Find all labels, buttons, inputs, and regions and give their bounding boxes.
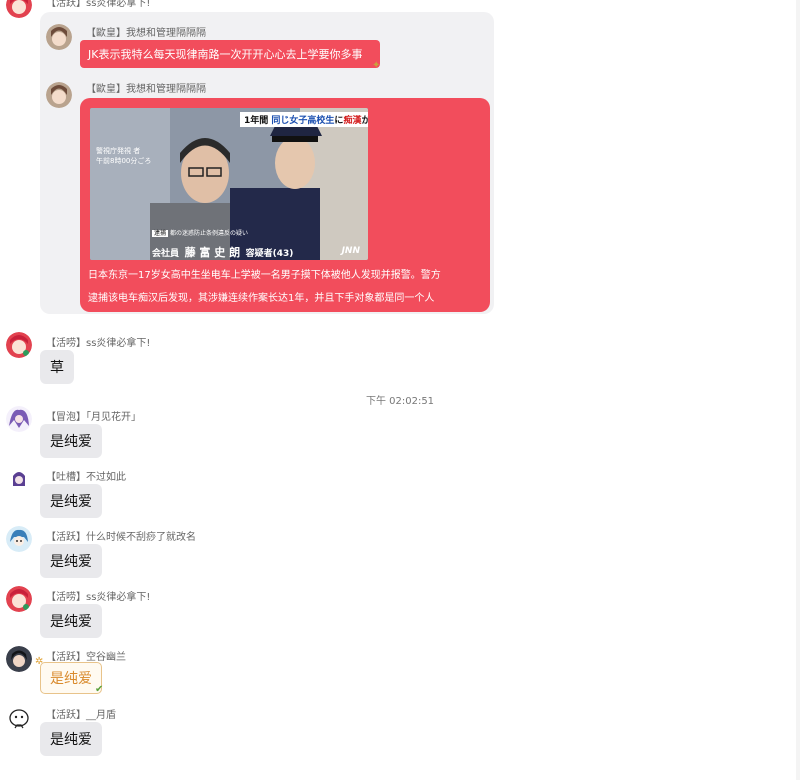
red-hair-avatar-icon [6, 586, 32, 612]
message-sender: 【活唠】ss炎律必拿下! [46, 338, 151, 349]
quote-avatar-2[interactable] [46, 82, 72, 108]
message-avatar[interactable] [6, 586, 32, 612]
news-banner: 1年間 同じ女子高校生に痴漢か [240, 112, 368, 127]
scrollbar-track[interactable] [796, 0, 800, 780]
message-avatar[interactable] [6, 466, 32, 492]
message-avatar[interactable] [6, 706, 32, 732]
banner-suffix: か [361, 116, 368, 126]
banner-red: 痴漢 [343, 116, 362, 126]
special-message-text: 是纯爱 [50, 671, 92, 687]
name-main: 藤 富 史 朗 [184, 246, 241, 259]
message-sender: 【活跃】__月盾 [46, 710, 116, 721]
top-partial-sender: 【活跃】ss炎律必拿下! [46, 0, 151, 9]
message-bubble[interactable]: 是纯爱 [40, 722, 102, 756]
brown-hair-avatar-icon [46, 24, 72, 50]
quote-sender-1: 【歐皇】我想和管理隔隔隔 [86, 28, 206, 39]
red-hair-avatar-icon [6, 0, 32, 18]
brown-hair-avatar-icon [46, 82, 72, 108]
message-sender: 【活唠】ss炎律必拿下! [46, 592, 151, 603]
name-title: 容疑者(43) [245, 249, 294, 259]
quote-text-bubble-1: JK表示我特么每天现律南路一次开开心心去上学要你多事 [80, 40, 380, 68]
sparkle-icon: ✦ [372, 60, 381, 71]
leaf-decoration-icon: ✔ [95, 684, 104, 695]
purple-chibi-avatar-icon [6, 466, 32, 492]
message-bubble[interactable]: 草 [40, 350, 74, 384]
side-caption-line1: 警視庁発視 者 [96, 147, 141, 155]
message-bubble[interactable]: 是纯爱 [40, 544, 102, 578]
star-decoration-icon: ✲ [35, 656, 44, 667]
message-sender: 【冒泡】「月见花开」 [46, 412, 141, 423]
banner-prefix: 1年間 [244, 116, 269, 126]
red-hair-avatar-icon [6, 332, 32, 358]
arrest-tag-note: 都の迷惑防止条例違反の疑い [169, 230, 248, 237]
side-caption-line2: 午前8時00分ごろ [96, 157, 152, 165]
blue-hair-avatar-icon [6, 526, 32, 552]
arrest-tag: 逮捕 [152, 230, 169, 237]
jnn-logo: JNN [341, 246, 360, 256]
news-photo[interactable]: 1年間 同じ女子高校生に痴漢か 警視庁発視 者 午前8時00分ごろ 逮捕 都の迷… [90, 108, 368, 260]
message-avatar[interactable] [6, 526, 32, 552]
dark-hair-avatar-icon [6, 646, 32, 672]
quote-avatar-1[interactable] [46, 24, 72, 50]
message-avatar[interactable] [6, 332, 32, 358]
special-message-bubble[interactable]: 是纯爱 [40, 662, 102, 694]
banner-highlight: 同じ女子高校生 [271, 116, 335, 126]
name-company: 会社員 [152, 249, 180, 259]
news-text-line2: 逮捕该电车痴汉后发现，其涉嫌连续作案长达1年，并且下手对象都是同一个人 [88, 293, 435, 304]
avatar-top-partial[interactable] [6, 0, 32, 18]
sketch-face-avatar-icon [6, 706, 32, 732]
news-text-line1: 日本东京一17岁女高中生坐电车上学被一名男子摸下体被他人发现并报警。警方 [88, 270, 441, 281]
message-bubble[interactable]: 是纯爱 [40, 484, 102, 518]
message-avatar[interactable] [6, 406, 32, 432]
message-avatar[interactable] [6, 646, 32, 672]
message-sender: 【活跃】空谷幽兰 [46, 652, 126, 663]
quote-sender-2: 【歐皇】我想和管理隔隔隔 [86, 84, 206, 95]
timestamp: 下午 02:02:51 [365, 396, 435, 407]
message-sender: 【吐槽】不过如此 [46, 472, 126, 483]
message-sender: 【活跃】什么时候不刮痧了就改名 [46, 532, 196, 543]
purple-hair-avatar-icon [6, 406, 32, 432]
message-bubble[interactable]: 是纯爱 [40, 424, 102, 458]
quote-text-1: JK表示我特么每天现律南路一次开开心心去上学要你多事 [88, 48, 363, 61]
message-bubble[interactable]: 是纯爱 [40, 604, 102, 638]
